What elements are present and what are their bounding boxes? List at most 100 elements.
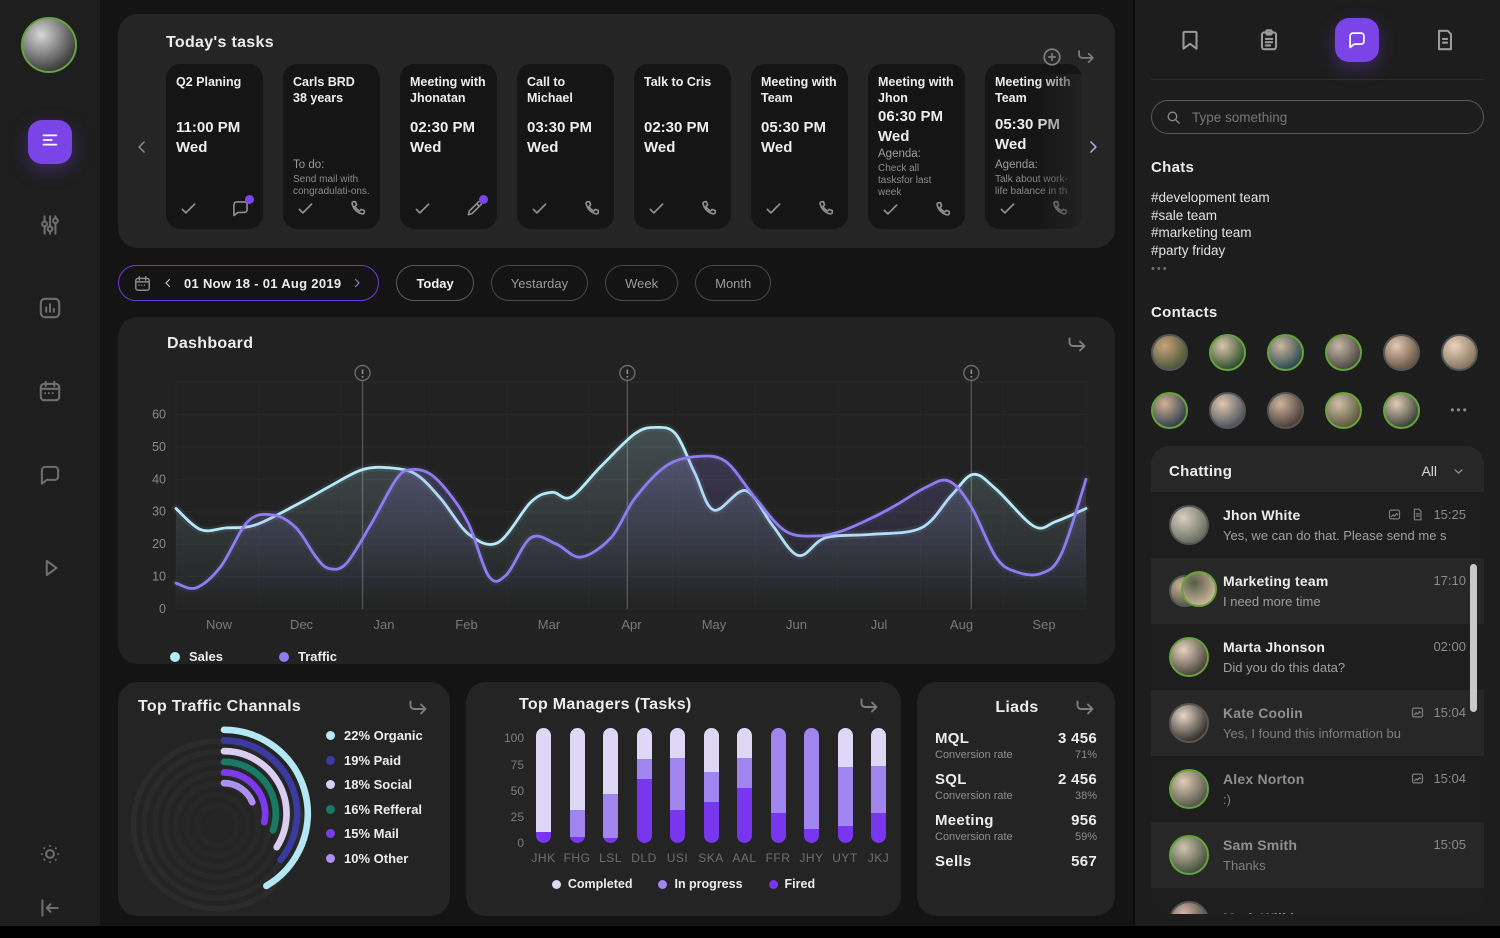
chat-channel-link[interactable]: #sale team [1151, 207, 1484, 225]
collapse-button[interactable] [37, 895, 63, 921]
managers-export-button[interactable] [857, 694, 881, 718]
task-card[interactable]: Talk to Cris02:30 PMWed [634, 64, 731, 229]
chat-channel-link[interactable]: #development team [1151, 189, 1484, 207]
sidebar-item-filters[interactable] [37, 212, 63, 238]
check-icon[interactable] [646, 198, 667, 219]
tab-documents[interactable] [1432, 27, 1458, 53]
check-icon[interactable] [412, 198, 433, 219]
chat-channel-link[interactable]: #marketing team [1151, 224, 1484, 242]
contact-avatar[interactable] [1267, 334, 1304, 371]
chatting-scrollbar[interactable] [1470, 564, 1477, 712]
user-avatar[interactable] [21, 17, 77, 73]
chat-channel-link[interactable]: #party friday [1151, 242, 1484, 260]
task-card[interactable]: Meeting with Jhon06:30 PMWedAgenda:Check… [868, 64, 965, 229]
contacts-more-button[interactable]: ••• [1441, 403, 1478, 417]
tab-chats[interactable] [1335, 18, 1379, 62]
date-range-picker[interactable]: 01 Now 18 - 01 Aug 2019 [118, 265, 379, 301]
sidebar-item-calendar[interactable] [37, 378, 63, 404]
tab-tasks[interactable] [1256, 27, 1282, 53]
contact-avatar[interactable] [1267, 392, 1304, 429]
phone-icon[interactable] [347, 198, 368, 219]
chat-list-item[interactable]: Kate Coolin15:04Yes, I found this inform… [1151, 690, 1484, 756]
bar-column[interactable]: USI [670, 728, 685, 843]
check-icon[interactable] [880, 199, 901, 220]
tasks-next-button[interactable] [1083, 137, 1103, 157]
chat-contact-name: Mark Wilkinson [1223, 910, 1328, 914]
phone-icon[interactable] [1049, 198, 1070, 219]
bar-column[interactable]: JHK [536, 728, 551, 843]
bar-column[interactable]: JKJ [871, 728, 886, 843]
bar-column[interactable]: LSL [603, 728, 618, 843]
search-input[interactable] [1192, 110, 1470, 125]
contact-avatar[interactable] [1209, 334, 1246, 371]
contact-avatar[interactable] [1151, 392, 1188, 429]
chat-contact-name: Kate Coolin [1223, 705, 1303, 721]
calendar-icon [133, 274, 152, 293]
range-button-yestarday[interactable]: Yestarday [491, 265, 588, 301]
chat-list-item[interactable]: Mark Wilkinson10:25 [1151, 888, 1484, 914]
chevron-right-icon[interactable] [350, 276, 364, 290]
phone-icon[interactable] [815, 198, 836, 219]
task-card[interactable]: Meeting with Team05:30 PMWedAgenda:Talk … [985, 64, 1082, 229]
task-card[interactable]: Meeting with Jhonatan02:30 PMWed [400, 64, 497, 229]
range-button-today[interactable]: Today [396, 265, 473, 301]
phone-icon[interactable] [698, 198, 719, 219]
bar-column[interactable]: SKA [704, 728, 719, 843]
chevron-left-icon[interactable] [161, 276, 175, 290]
range-button-month[interactable]: Month [695, 265, 771, 301]
contact-avatar[interactable] [1441, 334, 1478, 371]
equalizer-icon [37, 225, 63, 242]
bar-column[interactable]: AAL [737, 728, 752, 843]
contact-avatar[interactable] [1325, 334, 1362, 371]
bar-column[interactable]: DLD [637, 728, 652, 843]
bar-column[interactable]: FHG [570, 728, 585, 843]
managers-legend-label: Fired [785, 877, 816, 891]
managers-legend-label: In progress [674, 877, 742, 891]
contact-avatar[interactable] [1209, 392, 1246, 429]
chat-list-item[interactable]: Jhon White15:25Yes, we can do that. Plea… [1151, 492, 1484, 558]
task-card[interactable]: Q2 Planing11:00 PMWed [166, 64, 263, 229]
contact-avatar[interactable] [1383, 392, 1420, 429]
add-task-button[interactable] [1041, 46, 1063, 68]
tasks-export-button[interactable] [1075, 46, 1097, 68]
phone-icon[interactable] [932, 199, 953, 220]
chatting-filter-dropdown[interactable]: All [1421, 463, 1466, 479]
check-icon[interactable] [997, 198, 1018, 219]
sidebar-item-tasks[interactable] [28, 120, 72, 164]
bar-column[interactable]: JHY [804, 728, 819, 843]
legend-dot [769, 880, 778, 889]
leads-export-button[interactable] [1073, 696, 1097, 720]
chat-list-item[interactable]: Alex Norton15:04:) [1151, 756, 1484, 822]
range-button-week[interactable]: Week [605, 265, 678, 301]
task-card[interactable]: Call to Michael03:30 PMWed [517, 64, 614, 229]
check-icon[interactable] [178, 198, 199, 219]
sidebar-item-messages[interactable] [37, 462, 63, 488]
chat-list-item[interactable]: Sam Smith15:05Thanks [1151, 822, 1484, 888]
task-card[interactable]: Carls BRD 38 yearsTo do:Send mail with c… [283, 64, 380, 229]
check-icon[interactable] [529, 198, 550, 219]
chat-list-item[interactable]: Marta Jhonson02:00Did you do this data? [1151, 624, 1484, 690]
sidebar-item-media[interactable] [37, 555, 63, 581]
contact-avatar[interactable] [1151, 334, 1188, 371]
pencil-icon[interactable] [464, 198, 485, 219]
contact-avatar[interactable] [1325, 392, 1362, 429]
dashboard-export-button[interactable] [1065, 333, 1089, 357]
sidebar-item-statistics[interactable] [37, 295, 63, 321]
phone-icon[interactable] [581, 198, 602, 219]
chat-icon [1346, 29, 1368, 51]
chat-icon[interactable] [230, 198, 251, 219]
traffic-export-button[interactable] [406, 696, 430, 720]
bar-column[interactable]: UYT [838, 728, 853, 843]
task-card[interactable]: Meeting with Team05:30 PMWed [751, 64, 848, 229]
bar-column[interactable]: FFR [771, 728, 786, 843]
contact-avatar[interactable] [1383, 334, 1420, 371]
tab-saved[interactable] [1177, 27, 1203, 53]
chats-more-button[interactable]: ••• [1151, 261, 1484, 279]
chat-list-item[interactable]: Marketing team17:10I need more time [1151, 558, 1484, 624]
theme-toggle[interactable] [37, 841, 63, 867]
check-icon[interactable] [295, 198, 316, 219]
task-actions [761, 198, 838, 221]
tasks-prev-button[interactable] [132, 137, 152, 157]
check-icon[interactable] [763, 198, 784, 219]
line-chart: 0102030405060NowDecJanFebMarAprMayJunJul… [126, 357, 1107, 647]
